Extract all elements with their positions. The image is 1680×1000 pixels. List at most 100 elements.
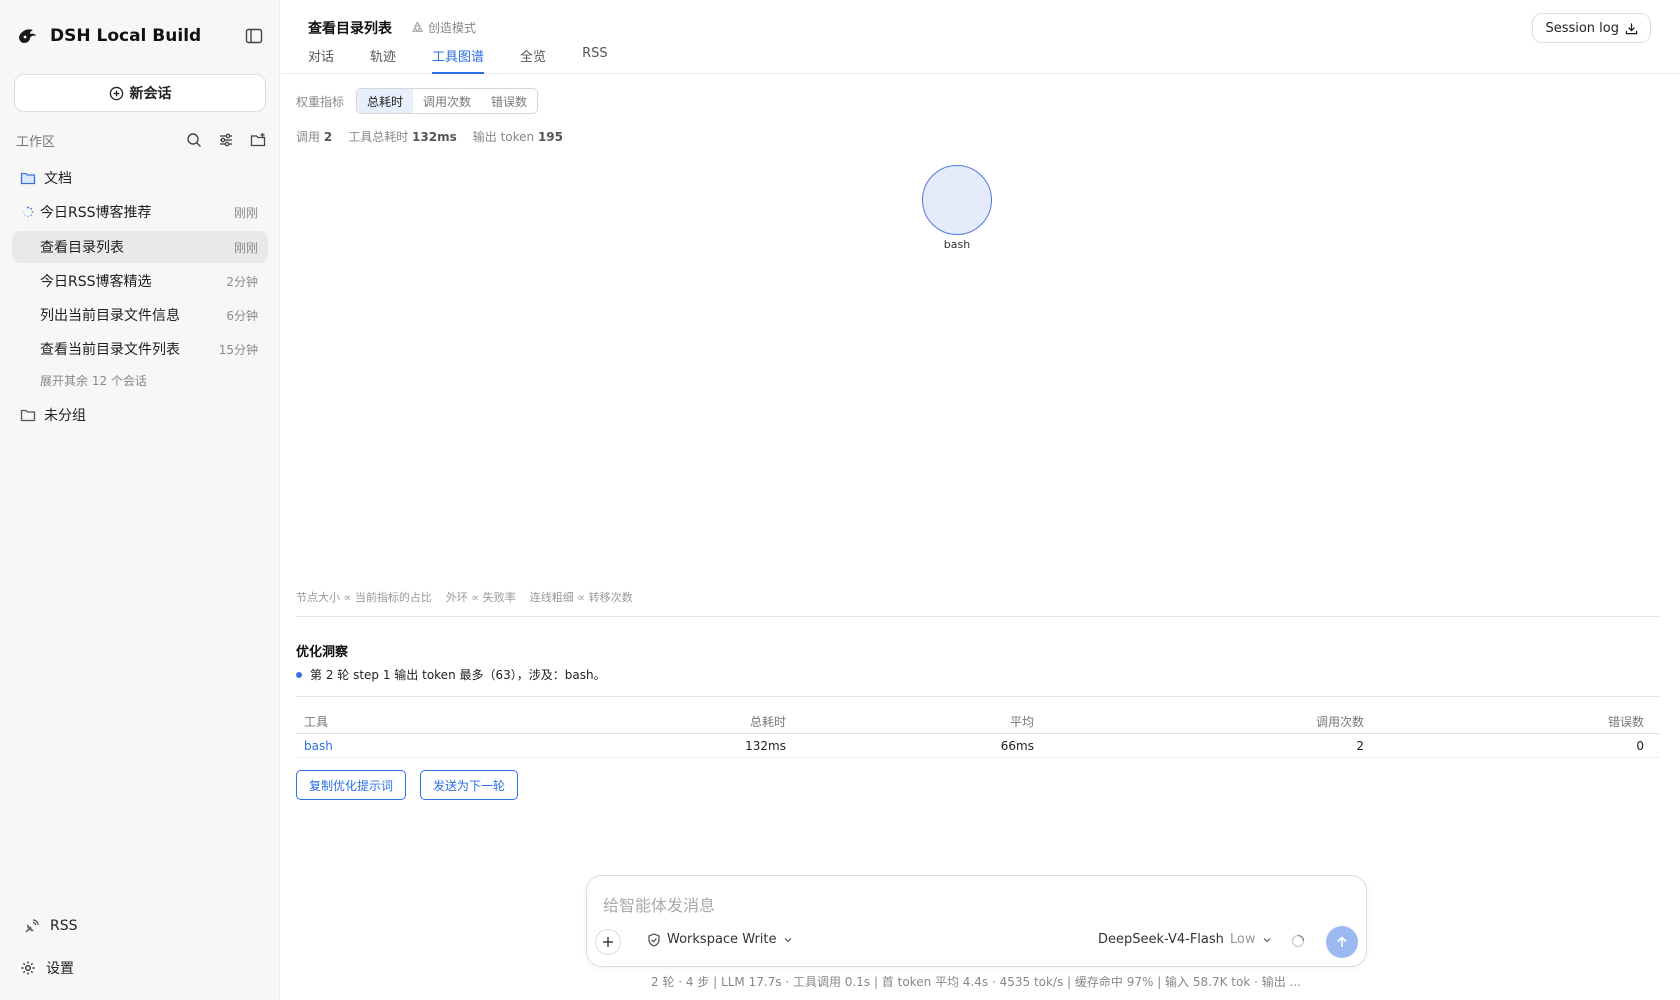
session-item[interactable]: 今日RSS博客精选 2分钟 [12,265,268,297]
stat-tool-time: 工具总耗时 132ms [348,130,457,144]
metric-option-total-time[interactable]: 总耗时 [357,89,414,113]
metric-option-error-count[interactable]: 错误数 [481,89,537,113]
session-item[interactable]: 列出当前目录文件信息 6分钟 [12,299,268,331]
new-chat-label: 新会话 [129,86,172,102]
send-button[interactable] [1326,926,1358,958]
new-chat-button[interactable]: 新会话 [14,74,266,112]
table-cell-total: 132ms [745,738,786,753]
session-time: 刚刚 [233,240,258,255]
workspace-header: 工作区 [16,128,268,152]
tool-stats-table: 工具 总耗时 平均 调用次数 错误数 bash 132ms 66ms 2 0 [296,710,1660,758]
brand: DSH Local Build [16,22,201,50]
metric-label: 权重指标 [296,94,345,109]
folder-open-icon [20,172,36,185]
session-name: 查看当前目录文件列表 [40,342,180,358]
graph-stats: 调用 2 工具总耗时 132ms 输出 token 195 [296,128,563,145]
settings-nav-label: 设置 [46,961,74,977]
bullet-dot-icon [296,671,302,678]
satellite-icon [25,919,39,933]
permission-label: Workspace Write [667,932,777,947]
model-label: DeepSeek-V4-Flash [1098,932,1224,947]
table-cell-errors: 0 [1636,738,1644,753]
session-name: 今日RSS博客精选 [40,274,152,290]
sidebar-toggle-icon [245,28,263,44]
page-title: 查看目录列表 [308,21,392,37]
filter-button[interactable] [216,130,236,150]
download-icon [1625,22,1638,34]
session-item-active[interactable]: 查看目录列表 刚刚 [12,231,268,263]
effort-label: Low [1229,932,1256,947]
settings-nav-item[interactable]: 设置 [20,956,74,980]
session-name: 查看目录列表 [40,240,124,256]
metric-selector-row: 权重指标 总耗时 调用次数 错误数 [296,88,539,114]
search-button[interactable] [184,130,204,150]
attach-button[interactable] [595,929,621,955]
folder-ungrouped[interactable]: 未分组 [20,403,86,427]
table-header: 总耗时 [749,715,786,729]
session-time: 15分钟 [218,342,258,357]
folder-docs[interactable]: 文档 [20,166,72,190]
stat-output-token: 输出 token 195 [472,130,564,144]
insights-title: 优化洞察 [296,645,349,660]
copy-optimization-prompt-button[interactable]: 复制优化提示词 [296,770,407,800]
tab-chat[interactable]: 对话 [308,46,334,74]
table-header: 平均 [1009,715,1034,729]
plus-icon [603,937,613,947]
recycle-icon [411,21,424,32]
session-item[interactable]: 今日RSS博客推荐 刚刚 [12,196,268,228]
new-folder-button[interactable] [248,130,268,150]
insight-text: 第 2 轮 step 1 输出 token 最多（63），涉及：bash。 [310,668,606,682]
session-name: 今日RSS博客推荐 [40,205,152,221]
session-time: 6分钟 [226,308,258,323]
session-name: 列出当前目录文件信息 [40,308,180,324]
insight-item: 第 2 轮 step 1 输出 token 最多（63），涉及：bash。 [296,666,606,683]
folder-icon [20,409,36,422]
permission-select[interactable]: Workspace Write [647,932,793,947]
table-row: bash 132ms 66ms 2 0 [296,734,1660,758]
message-input[interactable]: 给智能体发消息 [603,892,715,916]
tab-trace[interactable]: 轨迹 [370,46,396,74]
chevron-down-icon [1263,937,1270,942]
table-header: 调用次数 [1315,715,1364,729]
arrow-up-icon [1337,936,1347,947]
tab-rss[interactable]: RSS [582,46,608,74]
shield-check-icon [648,932,660,947]
context-usage-icon [1291,934,1305,948]
session-time: 2分钟 [226,274,258,289]
loading-spinner-icon [22,206,34,218]
workspace-label: 工作区 [16,134,56,150]
expand-more-sessions[interactable]: 展开其余 12 个会话 [40,372,147,389]
table-cell-tool: bash [296,739,656,753]
divider [296,696,1660,697]
rss-nav-label: RSS [50,918,78,934]
metric-option-call-count[interactable]: 调用次数 [413,89,481,113]
main-panel: 查看目录列表 创造模式 对话 轨迹 工具图谱 全览 RSS Session lo… [281,0,1680,1000]
legend-edge-width: 连线粗细 ∝ 转移次数 [529,591,633,604]
session-log-label: Session log [1545,20,1619,36]
message-composer: 给智能体发消息 Workspace Write DeepSeek-V4-Flas… [586,875,1367,967]
session-log-button[interactable]: Session log [1532,13,1651,43]
tool-link[interactable]: bash [304,739,333,753]
sidebar-toggle-button[interactable] [242,24,266,48]
folder-docs-label: 文档 [44,171,72,187]
legend-outer-ring: 外环 ∝ 失败率 [445,591,516,604]
app-title: DSH Local Build [50,26,202,46]
rss-nav-item[interactable]: RSS [24,914,78,938]
app-logo-icon [19,29,36,43]
sidebar: DSH Local Build 新会话 工作区 文档 今日RSS博客推荐 刚刚 … [0,0,280,1000]
stat-calls: 调用 2 [296,130,333,144]
metric-segmented-control: 总耗时 调用次数 错误数 [356,88,539,114]
tab-overview[interactable]: 全览 [520,46,546,74]
tool-graph-canvas: bash [296,150,1660,580]
folder-ungrouped-label: 未分组 [44,408,86,424]
mode-label: 创造模式 [428,21,477,35]
graph-node-bash[interactable] [922,165,992,235]
session-item[interactable]: 查看当前目录文件列表 15分钟 [12,333,268,365]
chevron-down-icon [784,937,791,942]
tab-bar: 对话 轨迹 工具图谱 全览 RSS [308,46,644,74]
search-icon [187,133,201,147]
send-as-next-round-button[interactable]: 发送为下一轮 [420,770,519,800]
table-header: 错误数 [1607,715,1644,729]
model-select[interactable]: DeepSeek-V4-Flash Low [1098,932,1272,947]
tab-tool-graph[interactable]: 工具图谱 [432,46,485,74]
